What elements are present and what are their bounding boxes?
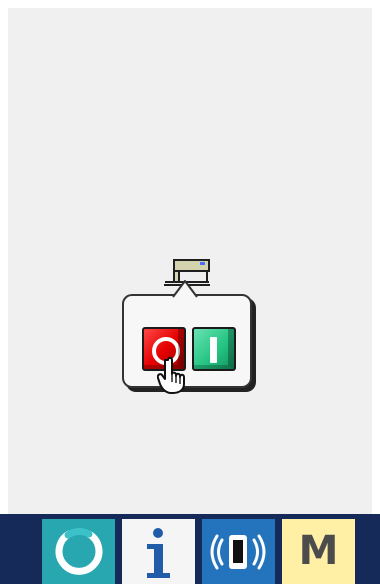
information-button[interactable] bbox=[122, 519, 195, 584]
power-on-button[interactable] bbox=[192, 327, 236, 371]
power-off-button[interactable] bbox=[142, 327, 186, 371]
bottom-bar-right-edge bbox=[372, 514, 380, 584]
power-popup-panel bbox=[122, 294, 252, 394]
mode-button[interactable]: M bbox=[282, 519, 355, 584]
communication-icon bbox=[210, 534, 266, 570]
mode-label: M bbox=[298, 528, 339, 574]
power-off-icon bbox=[152, 337, 180, 365]
sewing-control-screen: M bbox=[0, 0, 380, 584]
power-on-icon bbox=[210, 337, 217, 363]
ready-icon bbox=[55, 528, 103, 575]
popup-pointer bbox=[172, 280, 198, 299]
power-popup bbox=[120, 279, 254, 394]
communication-button[interactable] bbox=[202, 519, 275, 584]
ready-button[interactable] bbox=[42, 519, 115, 584]
information-icon bbox=[147, 528, 170, 578]
